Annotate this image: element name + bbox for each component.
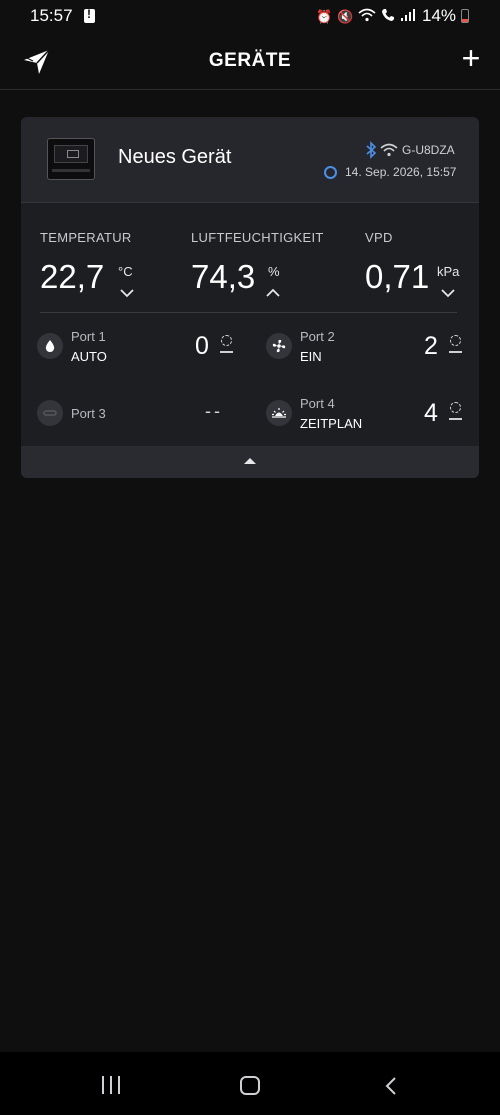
port-3-level: -- <box>205 401 223 421</box>
recent-apps-button[interactable] <box>100 1076 122 1094</box>
add-device-button[interactable]: + <box>456 42 486 74</box>
device-image <box>47 138 95 180</box>
sync-status-icon <box>324 166 337 179</box>
speed-icon <box>449 335 463 357</box>
status-icons: ⏰ 🔇 <box>316 8 416 26</box>
collapse-card-button[interactable] <box>21 446 479 478</box>
humidity-unit: % <box>268 264 280 279</box>
signal-icon <box>400 8 416 26</box>
vpd-value: 0,71 <box>365 258 430 295</box>
port-4-level: 4 <box>424 399 438 427</box>
sunrise-icon <box>266 400 292 426</box>
port-4-name[interactable]: Port 4 <box>300 396 335 411</box>
back-button[interactable] <box>384 1076 398 1096</box>
battery-icon <box>461 9 469 23</box>
app-header: GERÄTE + <box>0 36 500 90</box>
device-timestamp: 14. Sep. 2026, 15:57 <box>345 165 457 179</box>
alert-icon <box>84 7 95 23</box>
page-title: GERÄTE <box>208 50 292 71</box>
humidity-trend-up-icon <box>266 288 280 297</box>
device-card[interactable]: Neues Gerät G-U8DZA 14. Sep. 2026, 15:57… <box>21 117 479 478</box>
port-3-name[interactable]: Port 3 <box>71 406 106 421</box>
port-1-level: 0 <box>195 332 209 360</box>
port-1-mode: AUTO <box>71 349 107 364</box>
vpd-unit: kPa <box>437 264 460 279</box>
home-button[interactable] <box>240 1076 260 1095</box>
temperature-unit: °C <box>118 264 133 279</box>
device-wifi-icon <box>380 143 398 157</box>
status-bar: 15:57 ⏰ 🔇 14% <box>0 0 500 34</box>
bluetooth-icon <box>365 141 377 159</box>
empty-port-icon <box>37 400 63 426</box>
wifi-icon <box>358 8 376 26</box>
mute-icon: 🔇 <box>337 9 354 24</box>
status-time: 15:57 <box>30 6 73 25</box>
port-1-name[interactable]: Port 1 <box>71 329 106 344</box>
port-2-name[interactable]: Port 2 <box>300 329 335 344</box>
vpd-label: VPD <box>365 230 393 245</box>
alarm-icon: ⏰ <box>316 9 333 24</box>
humidity-value: 74,3 <box>191 258 256 295</box>
vpd-trend-down-icon <box>441 289 455 298</box>
port-2-level: 2 <box>424 332 438 360</box>
call-icon <box>381 8 395 26</box>
device-name: Neues Gerät <box>118 146 232 168</box>
device-card-header[interactable]: Neues Gerät G-U8DZA 14. Sep. 2026, 15:57 <box>21 117 479 203</box>
port-2-mode: EIN <box>300 349 322 364</box>
fan-icon <box>266 333 292 359</box>
device-id: G-U8DZA <box>402 143 455 157</box>
temperature-trend-down-icon <box>120 289 134 298</box>
battery-percent: 14% <box>422 6 457 25</box>
speed-icon <box>449 402 463 424</box>
humidity-label: LUFTFEUCHTIGKEIT <box>191 230 324 245</box>
port-4-mode: ZEITPLAN <box>300 416 363 431</box>
water-drop-icon <box>37 333 63 359</box>
temperature-value: 22,7 <box>40 258 105 295</box>
system-nav-bar <box>0 1052 500 1115</box>
divider <box>40 312 457 313</box>
speed-icon <box>220 335 234 357</box>
temperature-label: TEMPERATUR <box>40 230 132 245</box>
chevron-up-icon <box>244 458 256 464</box>
